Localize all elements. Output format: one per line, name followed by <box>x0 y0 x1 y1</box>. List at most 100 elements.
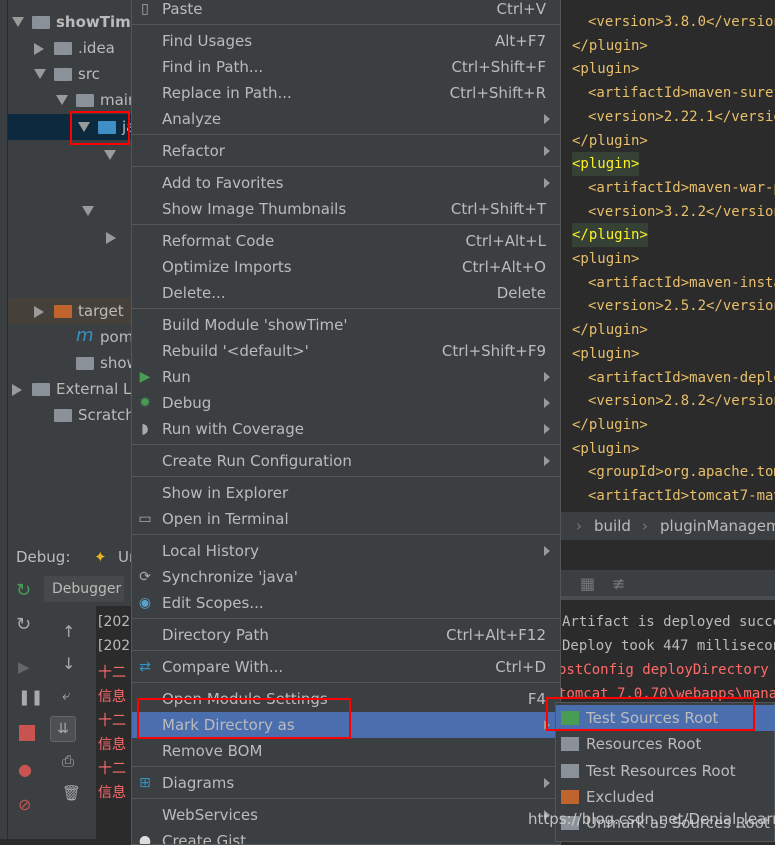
menu-item-open-in-terminal[interactable]: ▭Open in Terminal <box>132 506 560 532</box>
table-icon[interactable]: ▦ <box>580 574 595 593</box>
menu-separator <box>132 682 560 683</box>
menu-separator <box>132 308 560 309</box>
menu-separator <box>132 444 560 445</box>
diff-icon[interactable]: ≢ <box>612 574 625 593</box>
menu-item-delete[interactable]: Delete...Delete <box>132 280 560 306</box>
menu-item-label: Create Gist... <box>162 828 260 845</box>
library-icon <box>32 383 50 396</box>
chevron-down-icon[interactable] <box>12 17 24 27</box>
menu-separator <box>132 798 560 799</box>
debugger-tab[interactable]: Debugger <box>44 576 124 602</box>
submenu-item-excluded[interactable]: Excluded <box>556 784 775 810</box>
tree-item-label: target <box>78 298 124 324</box>
chevron-right-icon[interactable] <box>106 232 116 244</box>
menu-item-paste[interactable]: ▯PasteCtrl+V <box>132 0 560 22</box>
menu-item-analyze[interactable]: Analyze <box>132 106 560 132</box>
mute-breakpoints-icon[interactable]: ⊘ <box>18 795 31 814</box>
menu-item-compare-with[interactable]: ⇄Compare With...Ctrl+D <box>132 654 560 680</box>
menu-item-directory-path[interactable]: Directory PathCtrl+Alt+F12 <box>132 622 560 648</box>
scroll-to-end-icon[interactable]: ⇊ <box>50 716 76 742</box>
chevron-down-icon[interactable] <box>82 206 94 216</box>
trash-icon[interactable]: 🗑 <box>62 784 81 802</box>
chevron-down-icon[interactable] <box>56 95 68 105</box>
up-arrow-icon[interactable]: ↑ <box>62 622 75 641</box>
sync-icon: ⟳ <box>137 569 153 585</box>
menu-item-replace-in-path[interactable]: Replace in Path...Ctrl+Shift+R <box>132 80 560 106</box>
tree-item-main[interactable]: main <box>8 87 132 113</box>
annotation-box-test-sources <box>546 697 755 731</box>
menu-item-edit-scopes[interactable]: ◉Edit Scopes... <box>132 590 560 616</box>
print-icon[interactable]: ⎙ <box>62 752 74 770</box>
menu-item-add-to-favorites[interactable]: Add to Favorites <box>132 170 560 196</box>
code-line: <plugin> <box>572 152 639 176</box>
resume-icon[interactable]: ▶ <box>18 658 30 676</box>
menu-item-webservices[interactable]: WebServices <box>132 802 560 828</box>
pause-icon[interactable]: ❚❚ <box>18 688 43 706</box>
console-line: Deploy took 447 milliseconds <box>562 638 775 654</box>
menu-item-create-gist[interactable]: ●Create Gist... <box>132 828 560 845</box>
menu-item-run[interactable]: ▶Run <box>132 364 560 390</box>
chevron-right-icon[interactable] <box>12 384 22 396</box>
menu-item-local-history[interactable]: Local History <box>132 538 560 564</box>
rerun-icon[interactable]: ↻ <box>16 580 31 601</box>
soft-wrap-icon[interactable]: ⤶ <box>62 686 70 704</box>
breadcrumb-item[interactable]: build <box>594 512 631 540</box>
menu-item-rebuild-default[interactable]: Rebuild '<default>'Ctrl+Shift+F9 <box>132 338 560 364</box>
tree-item-showtime-iml[interactable]: showTime.iml <box>8 350 132 376</box>
tree-item-target[interactable]: target <box>8 298 132 324</box>
tree-item-scratches-and-consoles[interactable]: Scratches and Consoles <box>8 402 132 428</box>
tree-item-src[interactable]: src <box>8 61 132 87</box>
code-editor[interactable]: <version>3.8.0</version></plugin><plugin… <box>560 0 775 512</box>
tree-item-showtime[interactable]: showTime <box>8 9 132 35</box>
code-line: </plugin> <box>572 129 648 153</box>
submenu-arrow-icon <box>544 146 550 156</box>
folder-icon <box>76 94 94 107</box>
code-line: <artifactId>maven-surefire-plugin</artif… <box>588 81 775 105</box>
chevron-right-icon[interactable] <box>34 43 44 55</box>
menu-item-refactor[interactable]: Refactor <box>132 138 560 164</box>
menu-item-debug[interactable]: ✹Debug <box>132 390 560 416</box>
annotation-box-mark-directory <box>137 698 351 739</box>
menu-item-create-run-configuration[interactable]: Create Run Configuration <box>132 448 560 474</box>
menu-item-remove-bom[interactable]: Remove BOM <box>132 738 560 764</box>
menu-item-find-usages[interactable]: Find UsagesAlt+F7 <box>132 28 560 54</box>
chevron-right-icon[interactable] <box>34 306 44 318</box>
menu-item-diagrams[interactable]: ⊞Diagrams <box>132 770 560 796</box>
menu-item-show-in-explorer[interactable]: Show in Explorer <box>132 480 560 506</box>
tree-item-pom-xml[interactable]: mpom.xml <box>8 324 132 350</box>
code-line: <plugin> <box>572 247 639 271</box>
paste-icon: ▯ <box>137 1 153 17</box>
restart-icon[interactable]: ↻ <box>16 614 31 635</box>
scopes-icon: ◉ <box>137 595 153 611</box>
code-line: <artifactId>maven-war-plugin</artifactId… <box>588 176 775 200</box>
menu-item-label: Run with Coverage <box>162 416 304 442</box>
tree-item-label: showTime.iml <box>100 350 132 376</box>
menu-item-synchronize-java[interactable]: ⟳Synchronize 'java' <box>132 564 560 590</box>
menu-item-shortcut: Alt+F7 <box>495 28 546 54</box>
annotation-box-java <box>70 111 130 145</box>
chevron-down-icon[interactable] <box>34 69 46 79</box>
tomcat-icon: ✦ <box>94 542 107 572</box>
breakpoints-icon[interactable]: ● <box>18 760 32 779</box>
menu-item-label: Compare With... <box>162 654 283 680</box>
down-arrow-icon[interactable]: ↓ <box>62 654 75 673</box>
excluded-folder-icon <box>561 790 579 804</box>
menu-item-label: Run <box>162 364 191 390</box>
menu-item-optimize-imports[interactable]: Optimize ImportsCtrl+Alt+O <box>132 254 560 280</box>
menu-item-find-in-path[interactable]: Find in Path...Ctrl+Shift+F <box>132 54 560 80</box>
tree-item--idea[interactable]: .idea <box>8 35 132 61</box>
tree-item-label: External Libraries <box>56 376 132 402</box>
menu-item-shortcut: Ctrl+V <box>496 0 546 22</box>
submenu-item-test-resources-root[interactable]: Test Resources Root <box>556 758 775 784</box>
test-resources-folder-icon <box>561 764 579 778</box>
menu-item-run-with-coverage[interactable]: ◗Run with Coverage <box>132 416 560 442</box>
stop-icon[interactable] <box>19 725 35 741</box>
menu-item-reformat-code[interactable]: Reformat CodeCtrl+Alt+L <box>132 228 560 254</box>
breadcrumb-item[interactable]: pluginManagement <box>660 512 775 540</box>
menu-item-build-module-showtime[interactable]: Build Module 'showTime' <box>132 312 560 338</box>
tree-item-external-libraries[interactable]: External Libraries <box>8 376 132 402</box>
menu-item-show-image-thumbnails[interactable]: Show Image ThumbnailsCtrl+Shift+T <box>132 196 560 222</box>
chevron-down-icon[interactable] <box>104 150 116 160</box>
submenu-item-resources-root[interactable]: Resources Root <box>556 731 775 757</box>
menu-item-label: Reformat Code <box>162 228 274 254</box>
